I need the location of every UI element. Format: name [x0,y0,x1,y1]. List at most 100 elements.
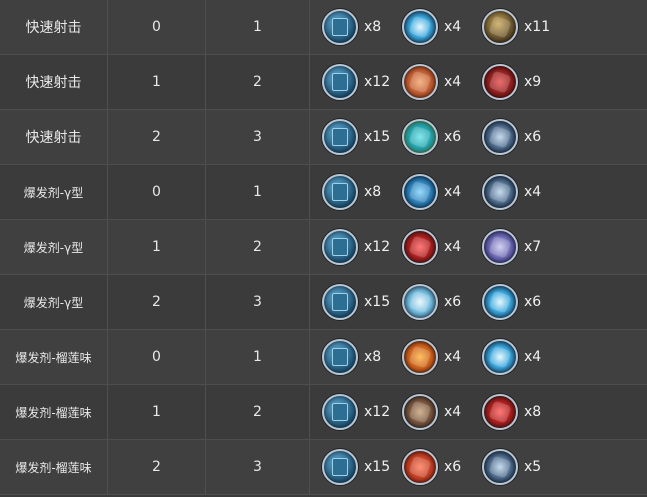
material-qty: x6 [524,129,542,145]
red-gem-icon [402,229,438,265]
level-to: 1 [206,330,310,384]
bronze-gear-icon [402,394,438,430]
material-item: x5 [482,449,562,485]
material-qty: x6 [444,459,462,475]
table-row: 爆发剂-榴莲味 0 1 x8 x4 x4 [0,330,647,385]
material-qty: x6 [524,294,542,310]
material-qty: x4 [524,349,542,365]
material-item: x8 [322,9,402,45]
material-item: x15 [322,119,402,155]
material-item: x4 [482,339,562,375]
purple-cube-icon [482,229,518,265]
blue-butterfly-crystal-icon [482,339,518,375]
skill-name: 快速射击 [0,110,108,164]
material-item: x4 [402,229,482,265]
material-qty: x15 [364,129,391,145]
material-qty: x8 [364,349,382,365]
materials-cell: x15 x6 x5 [310,440,647,494]
material-item: x12 [322,64,402,100]
blue-book-icon [322,339,358,375]
blue-book-icon [322,9,358,45]
material-qty: x11 [524,19,551,35]
orange-plate-icon [402,64,438,100]
skill-material-table: 快速射击 0 1 x8 x4 x11 快速射击 1 2 x12 x4 x9 快速… [0,0,647,497]
material-qty: x12 [364,239,391,255]
level-to: 1 [206,165,310,219]
materials-cell: x15 x6 x6 [310,110,647,164]
gear-cluster-icon [482,449,518,485]
material-item: x9 [482,64,562,100]
skill-name: 爆发剂-榴莲味 [0,440,108,494]
material-qty: x5 [524,459,542,475]
material-qty: x4 [444,404,462,420]
blue-book-icon [322,449,358,485]
blue-crystal-icon [402,174,438,210]
red-box-icon [402,449,438,485]
level-from: 1 [108,385,206,439]
material-item: x4 [402,9,482,45]
level-to: 3 [206,110,310,164]
material-item: x4 [402,339,482,375]
red-gem-icon [482,394,518,430]
level-to: 2 [206,220,310,274]
blue-book-icon [322,229,358,265]
materials-cell: x12 x4 x9 [310,55,647,109]
material-item: x6 [402,284,482,320]
skill-name: 爆发剂-γ型 [0,275,108,329]
materials-cell: x12 x4 x8 [310,385,647,439]
table-row: 爆发剂-γ型 1 2 x12 x4 x7 [0,220,647,275]
red-cube-icon [482,64,518,100]
teal-box-icon [402,119,438,155]
material-qty: x4 [444,19,462,35]
fire-box-icon [402,339,438,375]
level-to: 3 [206,440,310,494]
materials-cell: x8 x4 x11 [310,0,647,54]
level-from: 2 [108,275,206,329]
material-item: x6 [482,284,562,320]
material-item: x4 [482,174,562,210]
material-item: x7 [482,229,562,265]
material-qty: x4 [444,239,462,255]
level-from: 1 [108,220,206,274]
material-item: x4 [402,174,482,210]
material-qty: x6 [444,294,462,310]
table-row: 爆发剂-榴莲味 2 3 x15 x6 x5 [0,440,647,495]
level-to: 2 [206,55,310,109]
material-qty: x9 [524,74,542,90]
level-to: 3 [206,275,310,329]
blue-butterfly-crystal-icon [482,284,518,320]
blue-book-icon [322,284,358,320]
material-qty: x4 [444,74,462,90]
material-item: x12 [322,229,402,265]
material-qty: x8 [364,19,382,35]
skill-name: 爆发剂-γ型 [0,165,108,219]
level-from: 2 [108,440,206,494]
material-qty: x7 [524,239,542,255]
material-qty: x4 [524,184,542,200]
table-row: 爆发剂-榴莲味 1 2 x12 x4 x8 [0,385,647,440]
material-item: x6 [402,449,482,485]
material-qty: x15 [364,459,391,475]
materials-cell: x15 x6 x6 [310,275,647,329]
material-qty: x6 [444,129,462,145]
skill-name: 爆发剂-榴莲味 [0,385,108,439]
level-from: 1 [108,55,206,109]
level-from: 0 [108,165,206,219]
material-item: x4 [402,394,482,430]
material-qty: x8 [524,404,542,420]
level-to: 1 [206,0,310,54]
crystal-shard-icon [402,284,438,320]
material-qty: x12 [364,404,391,420]
material-item: x6 [402,119,482,155]
skill-name: 爆发剂-榴莲味 [0,330,108,384]
material-item: x15 [322,449,402,485]
skill-name: 爆发剂-γ型 [0,220,108,274]
gear-cluster-icon [482,174,518,210]
table-row: 爆发剂-γ型 2 3 x15 x6 x6 [0,275,647,330]
material-item: x8 [322,339,402,375]
blue-book-icon [322,119,358,155]
material-qty: x4 [444,349,462,365]
material-item: x12 [322,394,402,430]
blue-book-icon [322,394,358,430]
level-from: 0 [108,330,206,384]
